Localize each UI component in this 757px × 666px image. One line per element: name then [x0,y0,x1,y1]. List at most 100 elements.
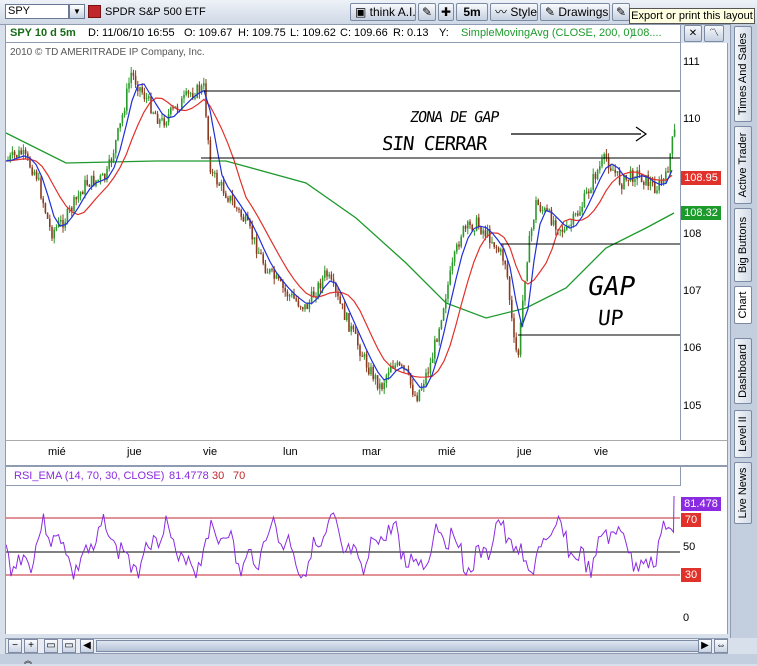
candle-body [218,184,220,186]
candle-body [295,298,297,301]
bar-range: R: 0.13 [393,27,429,39]
candle-body [577,213,579,216]
candle-body [484,230,487,237]
tools-icon[interactable]: ✎ [418,3,436,21]
rsi-label[interactable]: RSI_EMA (14, 70, 30, CLOSE) [14,467,164,485]
time-tick: mar [362,446,381,458]
candle-body [361,355,363,357]
tab-big-buttons[interactable]: Big Buttons [734,208,752,282]
candle-body [440,320,443,329]
close-icon[interactable]: ✕ [684,25,702,42]
candle-body [396,362,399,366]
tab-label: Live News [737,467,749,519]
candle-body [500,249,502,252]
scroll-right-icon[interactable]: ▶ [698,639,712,653]
tab-chart[interactable]: Chart [734,286,752,324]
candle-body [269,269,271,273]
crosshair-icon[interactable]: ✚ [438,3,454,21]
candle-body [328,274,330,277]
think-ai-button[interactable]: ▣ think A.I. [350,3,416,21]
candle-body [31,167,33,175]
tab-active-trader[interactable]: Active Trader [734,126,752,204]
interval-button[interactable]: 5m [456,3,488,21]
scrollbar-thumb[interactable] [96,640,710,652]
candle-body [467,221,469,229]
candle-body [517,349,520,355]
candle-body [9,155,11,160]
brush-icon[interactable]: ✎ [612,3,630,21]
candle-body [495,246,498,249]
candle-body [667,171,669,173]
candle-body [101,173,104,176]
think-icon: ▣ [355,5,370,19]
expand-icon[interactable]: ⇔ [714,639,728,653]
candle-body [346,313,348,321]
tab-label: Level II [737,416,749,452]
study-label[interactable]: SimpleMovingAvg (CLOSE, 200, 0) [461,25,633,42]
rsi-30-tag: 30 [681,568,701,582]
candle-body [453,251,456,263]
fit-icon[interactable]: ▭ [44,639,58,653]
tab-level-ii[interactable]: Level II [734,410,752,458]
candle-body [130,72,132,83]
annotation-arrow [511,126,648,142]
scroll-left-icon[interactable]: ◀ [80,639,94,653]
candle-body [383,382,385,390]
candle-body [143,92,146,99]
chevron-down-icon[interactable]: ▼ [69,4,85,19]
zoom-in-icon[interactable]: + [24,639,38,653]
price-axis[interactable] [681,43,728,440]
candle-body [253,237,256,240]
candle-body [612,169,614,171]
candle-body [434,339,436,359]
think-ai-label: think A.I. [369,5,416,19]
candle-body [251,226,253,240]
candle-body [559,229,561,231]
rsi-os-value: 70 [233,470,246,482]
tab-times-and-sales[interactable]: Times And Sales [734,26,752,122]
candle-body [156,114,159,124]
zoom-out-icon[interactable]: − [8,639,22,653]
candle-body [643,182,645,185]
time-tick: jue [517,446,532,458]
candle-body [394,365,396,369]
symbol-flag-icon [88,5,101,18]
rsi-chart-canvas [6,495,680,580]
candle-body [185,91,187,95]
style-button[interactable]: 〰 Style [490,3,538,21]
candle-body [35,171,38,180]
candle-body [264,263,267,273]
candle-body [236,207,238,209]
candle-body [601,158,603,167]
copyright: 2010 © TD AMERITRADE IP Company, Inc. [10,47,205,58]
candle-body [196,84,198,98]
time-tick: jue [127,446,142,458]
candle-body [330,274,333,280]
tab-label: Times And Sales [737,32,749,116]
chart-settings-icon[interactable]: 〽 [704,25,724,42]
symbol-input[interactable]: SPY [5,4,69,19]
candle-body [326,270,328,277]
candle-body [150,96,152,114]
candle-body [594,173,597,179]
candle-body [456,244,458,252]
candle-body [233,200,236,208]
candle-body [627,179,630,181]
reset-icon[interactable]: ▭ [62,639,76,653]
candle-body [139,87,141,92]
candle-body [427,372,429,374]
candle-body [370,366,372,375]
candle-body [198,84,201,93]
candle-body [585,191,588,194]
collapse-icon[interactable]: ︽ [24,655,32,666]
tab-live-news[interactable]: Live News [734,462,752,524]
candle-body [583,193,586,207]
rsi-ob-value: 30 [212,470,225,482]
drawings-button[interactable]: ✎ Drawings [540,3,610,21]
candle-body [18,150,20,158]
candle-body [161,118,163,120]
candle-body [464,226,467,229]
tab-dashboard[interactable]: Dashboard [734,338,752,404]
time-tick: mié [48,446,66,458]
candle-body [297,300,300,307]
